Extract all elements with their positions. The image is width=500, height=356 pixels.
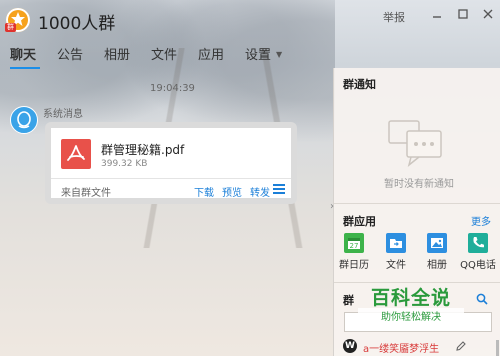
watermark: 百科全说 助你轻松解决 — [358, 283, 464, 327]
window-title: 1000人群 — [38, 14, 116, 34]
member-name: a一缕笑靥梦浮生 — [363, 344, 440, 355]
app-label: 相册 — [427, 260, 447, 271]
photo-icon — [427, 233, 447, 253]
folder-icon — [386, 233, 406, 253]
tab-files[interactable]: 文件 — [151, 44, 177, 63]
file-name[interactable]: 群管理秘籍.pdf — [101, 141, 184, 158]
forward-link[interactable]: 转发 — [250, 184, 270, 199]
edit-icon[interactable] — [455, 340, 467, 352]
section-divider — [334, 203, 500, 204]
tab-apps[interactable]: 应用 — [198, 44, 224, 63]
penguin-icon — [17, 111, 31, 129]
svg-text:27: 27 — [350, 242, 359, 250]
tab-album[interactable]: 相册 — [104, 44, 130, 63]
tab-bar: 聊天 公告 相册 文件 应用 设置 — [0, 40, 500, 68]
minimize-button[interactable] — [430, 8, 444, 22]
app-qq-phone[interactable]: QQ电话 — [458, 233, 498, 271]
card-divider — [51, 178, 291, 179]
file-size: 399.32 KB — [101, 159, 148, 169]
sender-name: 系统消息 — [43, 109, 83, 120]
file-message-card[interactable]: 群管理秘籍.pdf 399.32 KB 来自群文件 下载 预览 转发 — [45, 122, 297, 204]
members-title: 群 — [343, 294, 354, 307]
maximize-button[interactable] — [456, 8, 470, 22]
empty-notice-icon — [388, 120, 442, 167]
tab-settings[interactable]: 设置 — [245, 44, 271, 63]
watermark-title: 百科全说 — [370, 287, 451, 309]
settings-dropdown-icon[interactable]: ▼ — [276, 50, 282, 59]
preview-link[interactable]: 预览 — [222, 184, 242, 199]
notice-title: 群通知 — [343, 78, 376, 91]
minimize-icon — [433, 16, 441, 18]
member-list-scrollbar[interactable] — [496, 340, 499, 356]
system-avatar[interactable] — [10, 106, 38, 134]
app-label: 文件 — [386, 260, 406, 271]
close-button[interactable] — [481, 8, 495, 22]
more-menu-icon[interactable] — [273, 184, 285, 196]
group-logo-icon[interactable]: 群 — [5, 8, 30, 32]
app-files[interactable]: 文件 — [376, 233, 416, 271]
app-label: QQ电话 — [460, 260, 496, 271]
apps-title: 群应用 — [343, 215, 376, 228]
app-calendar[interactable]: 27 群日历 — [334, 233, 374, 271]
tab-chat[interactable]: 聊天 — [10, 44, 36, 63]
watermark-subtitle: 助你轻松解决 — [358, 308, 464, 323]
report-link[interactable]: 举报 — [383, 9, 405, 25]
app-album[interactable]: 相册 — [417, 233, 457, 271]
file-source: 来自群文件 — [61, 188, 111, 199]
phone-icon — [468, 233, 488, 253]
message-timestamp: 19:04:39 — [150, 83, 195, 94]
pdf-file-icon — [61, 139, 91, 169]
tab-announcement[interactable]: 公告 — [57, 44, 83, 63]
pdf-symbol-icon — [67, 145, 85, 161]
search-icon[interactable] — [476, 293, 488, 305]
empty-notice-text: 暂时没有新通知 — [384, 179, 454, 190]
qq-group-chat-window: 群 1000人群 举报 聊天 公告 相册 文件 应用 设置 ▼ 19:04:39… — [0, 0, 500, 356]
app-label: 群日历 — [339, 260, 369, 271]
apps-more-link[interactable]: 更多 — [471, 213, 491, 228]
download-link[interactable]: 下载 — [194, 184, 214, 199]
close-icon — [483, 9, 493, 19]
maximize-icon — [458, 9, 468, 19]
title-bar: 群 1000人群 举报 — [0, 0, 500, 40]
active-tab-indicator — [10, 67, 40, 69]
group-badge: 群 — [5, 23, 16, 32]
calendar-icon: 27 — [344, 233, 364, 253]
member-avatar: W — [343, 339, 357, 353]
